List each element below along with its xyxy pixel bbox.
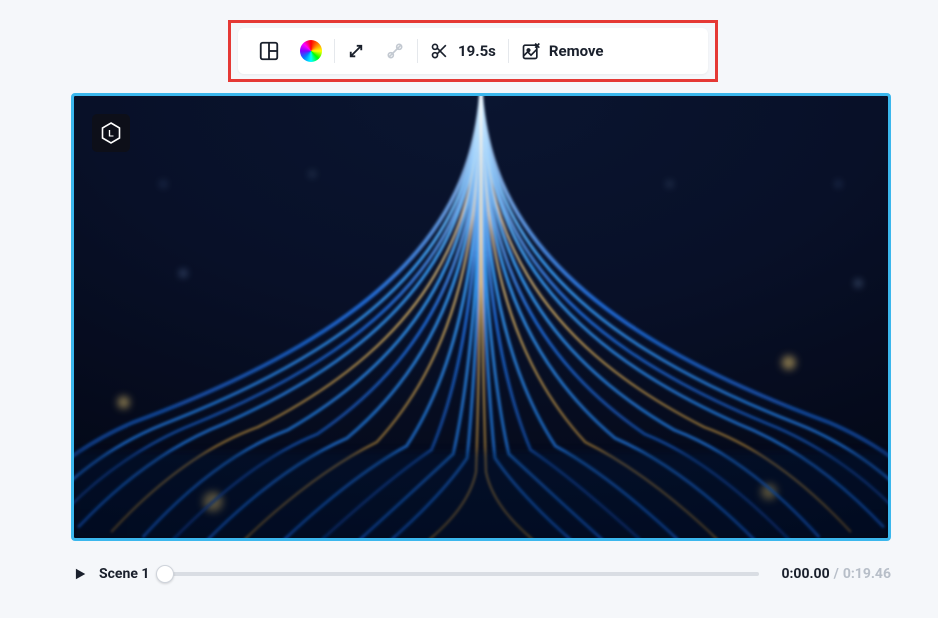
toolbar-divider bbox=[417, 39, 418, 63]
expand-icon bbox=[347, 42, 365, 60]
timeline-track[interactable] bbox=[165, 572, 759, 576]
adjust-button[interactable] bbox=[375, 35, 415, 67]
logo-badge: L bbox=[92, 114, 130, 152]
expand-button[interactable] bbox=[337, 36, 375, 66]
play-button[interactable] bbox=[71, 565, 89, 583]
current-time: 0:00.00 bbox=[781, 566, 829, 582]
color-button[interactable] bbox=[290, 34, 332, 68]
time-display: 0:00.00 /0:19.46 bbox=[781, 566, 891, 582]
toolbar-divider bbox=[508, 39, 509, 63]
adjust-icon bbox=[385, 41, 405, 61]
trim-button[interactable]: 19.5s bbox=[420, 35, 506, 67]
layout-button[interactable] bbox=[248, 34, 290, 68]
color-wheel-icon bbox=[300, 40, 322, 62]
remove-label: Remove bbox=[549, 42, 604, 60]
remove-button[interactable]: Remove bbox=[511, 35, 614, 67]
svg-text:L: L bbox=[108, 129, 114, 139]
time-separator: / bbox=[834, 566, 839, 582]
editor-toolbar: 19.5s Remove bbox=[238, 28, 708, 74]
preview-image bbox=[74, 96, 888, 538]
scissors-icon bbox=[430, 41, 450, 61]
scene-label: Scene 1 bbox=[99, 566, 149, 582]
layout-icon bbox=[258, 40, 280, 62]
playback-controls: Scene 1 0:00.00 /0:19.46 bbox=[71, 556, 891, 592]
timeline-thumb[interactable] bbox=[156, 565, 174, 583]
preview-canvas[interactable]: L bbox=[71, 93, 891, 541]
image-remove-icon bbox=[521, 41, 541, 61]
hexagon-logo-icon: L bbox=[99, 121, 123, 145]
toolbar-divider bbox=[334, 39, 335, 63]
play-icon bbox=[73, 567, 87, 581]
total-time: 0:19.46 bbox=[843, 566, 891, 582]
trim-duration-label: 19.5s bbox=[458, 42, 496, 60]
